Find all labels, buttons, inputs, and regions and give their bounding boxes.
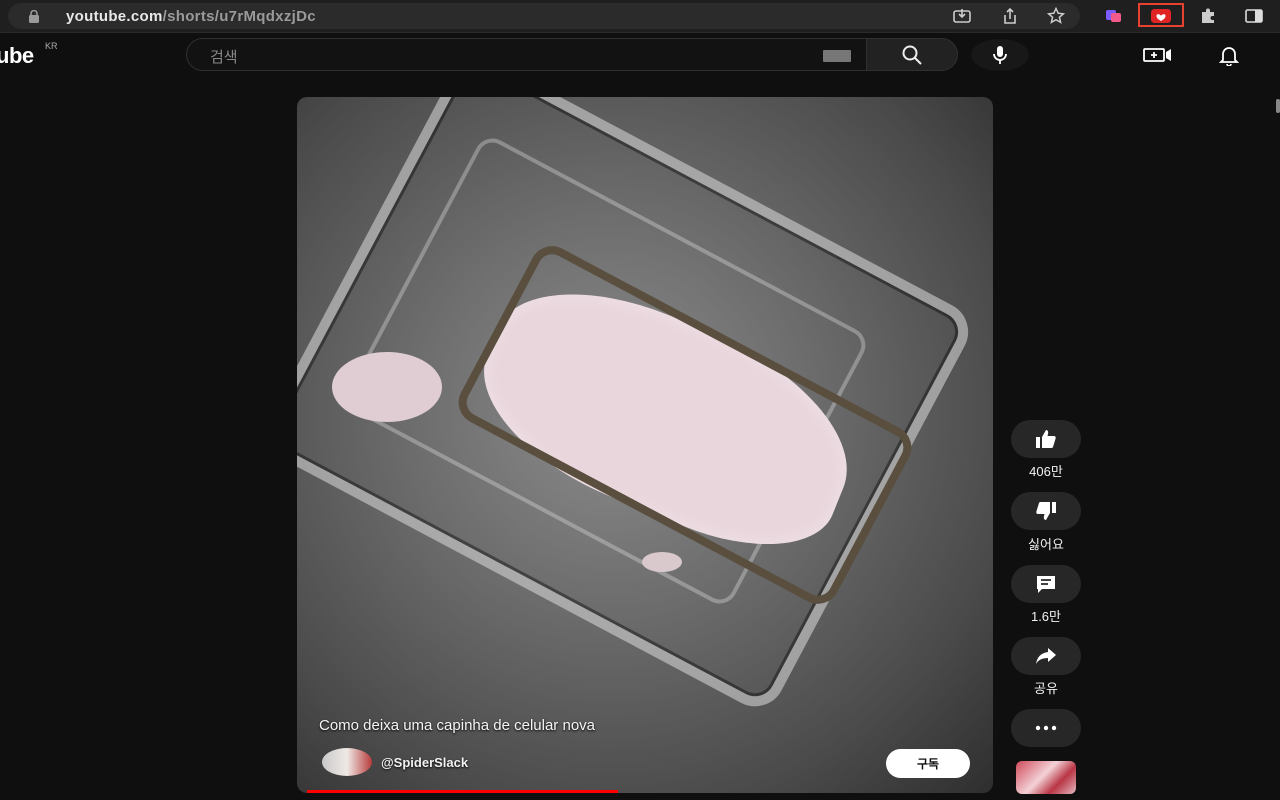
channel-avatar[interactable] [322,748,372,776]
keyboard-icon[interactable] [823,50,851,62]
comments-button[interactable] [1011,565,1081,603]
install-app-icon[interactable] [952,6,972,26]
dislike-button[interactable] [1011,492,1081,530]
subscribe-button[interactable]: 구독 [886,749,970,778]
create-video-button[interactable] [1143,43,1173,67]
thumbs-down-icon [1036,502,1056,520]
voice-search-button[interactable] [971,39,1029,71]
search-button[interactable] [866,38,958,71]
bookmark-star-icon[interactable] [1046,6,1066,26]
more-dots-icon [1035,725,1057,731]
share-label: 공유 [1034,681,1058,696]
bell-icon [1218,47,1240,66]
like-button[interactable] [1011,420,1081,458]
extension-palette-icon[interactable] [1104,6,1124,26]
url-text[interactable]: youtube.com/shorts/u7rMqdxzjDc [66,8,316,25]
extensions-puzzle-icon[interactable] [1198,6,1218,26]
create-video-icon [1143,48,1171,62]
side-panel-icon[interactable] [1244,6,1264,26]
microphone-icon [993,46,1007,64]
region-code: KR [45,41,58,51]
search-input[interactable]: 검색 [210,46,238,67]
dislike-label: 싫어요 [1028,537,1064,552]
sound-thumbnail[interactable] [1016,761,1076,794]
share-arrow-icon [1036,648,1056,664]
browser-toolbar: youtube.com/shorts/u7rMqdxzjDc [0,0,1280,33]
comment-count: 1.6만 [1030,609,1062,624]
thumbs-up-icon [1036,430,1056,448]
more-options-button[interactable] [1011,709,1081,747]
pink-paste-drop [642,552,682,572]
like-count: 406만 [1029,464,1063,479]
address-bar[interactable]: youtube.com/shorts/u7rMqdxzjDc [8,3,1080,29]
video-caption[interactable]: Como deixa uma capinha de celular nova [319,717,595,734]
youtube-logo[interactable]: ube [0,43,34,69]
lock-icon [29,10,39,23]
video-progress-bar[interactable] [307,790,618,793]
channel-handle[interactable]: @SpiderSlack [381,755,468,770]
search-icon [902,45,922,65]
scroll-handle[interactable] [1276,99,1280,113]
shorts-video-player[interactable]: Como deixa uma capinha de celular nova @… [297,97,993,793]
share-page-icon[interactable] [1000,6,1020,26]
youtube-header: ube KR 검색 [0,33,1280,97]
url-path: /shorts/u7rMqdxzjDc [162,8,316,25]
pink-paste-blob [332,352,442,422]
url-host: youtube.com [66,8,163,25]
search-box[interactable]: 검색 [186,38,867,71]
youtube-extension-icon[interactable] [1151,6,1171,26]
share-button[interactable] [1011,637,1081,675]
notifications-button[interactable] [1214,43,1244,67]
comment-icon [1037,576,1055,593]
